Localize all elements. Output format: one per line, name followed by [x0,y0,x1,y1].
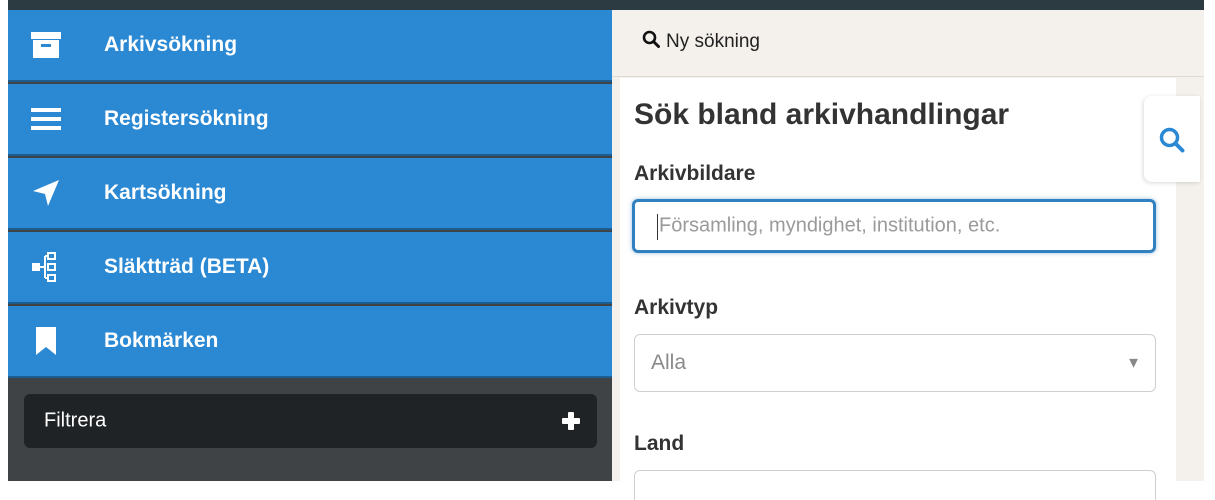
creator-input[interactable]: Församling, myndighet, institution, etc. [632,199,1156,253]
search-icon [1158,126,1186,154]
search-icon [642,30,660,53]
family-tree-icon [28,249,64,285]
search-form-panel: Sök bland arkivhandlingar Arkivbildare F… [620,78,1176,500]
dropdown-arrow-icon: ▼ [1126,354,1141,372]
sidebar-item-label: Arkivsökning [104,33,238,56]
sidebar-item-slakttrad[interactable]: Släktträd (BETA) [8,232,612,304]
top-strip [8,0,1204,10]
bookmark-icon [28,323,64,359]
creator-label: Arkivbildare [634,162,756,185]
location-arrow-icon [28,175,64,211]
text-caret [657,214,658,240]
plus-icon [561,411,581,431]
type-selected-value: Alla [651,351,687,374]
sidebar-item-registersokning[interactable]: Registersökning [8,84,612,156]
creator-placeholder: Församling, myndighet, institution, etc. [659,214,1001,237]
sidebar-item-label: Bokmärken [104,329,219,352]
archive-box-icon [28,27,64,63]
filter-toggle[interactable]: Filtrera [24,394,597,448]
list-icon [28,101,64,137]
sidebar-item-bokmarken[interactable]: Bokmärken [8,306,612,378]
sidebar: Arkivsökning Registersökning Kartsökning [8,10,612,481]
new-search-button[interactable]: Ny sökning [642,30,760,53]
sidebar-item-label: Registersökning [104,107,269,130]
app-window: Arkivsökning Registersökning Kartsökning [0,0,1215,500]
filter-label: Filtrera [44,409,107,432]
country-select[interactable] [634,470,1156,500]
sidebar-item-arkivsokning[interactable]: Arkivsökning [8,10,612,82]
new-search-label: Ny sökning [666,30,760,52]
sidebar-item-label: Kartsökning [104,181,227,204]
sidebar-item-label: Släktträd (BETA) [104,255,270,278]
search-pane: Ny sökning Sök bland arkivhandlingar Ark… [612,10,1204,500]
side-search-tab[interactable] [1144,96,1200,182]
type-select[interactable]: Alla ▼ [634,334,1156,392]
sidebar-item-kartsokning[interactable]: Kartsökning [8,158,612,230]
search-toolbar: Ny sökning [612,10,1204,77]
type-label: Arkivtyp [634,296,719,319]
page-title: Sök bland arkivhandlingar [634,98,1010,131]
country-label: Land [634,432,685,455]
